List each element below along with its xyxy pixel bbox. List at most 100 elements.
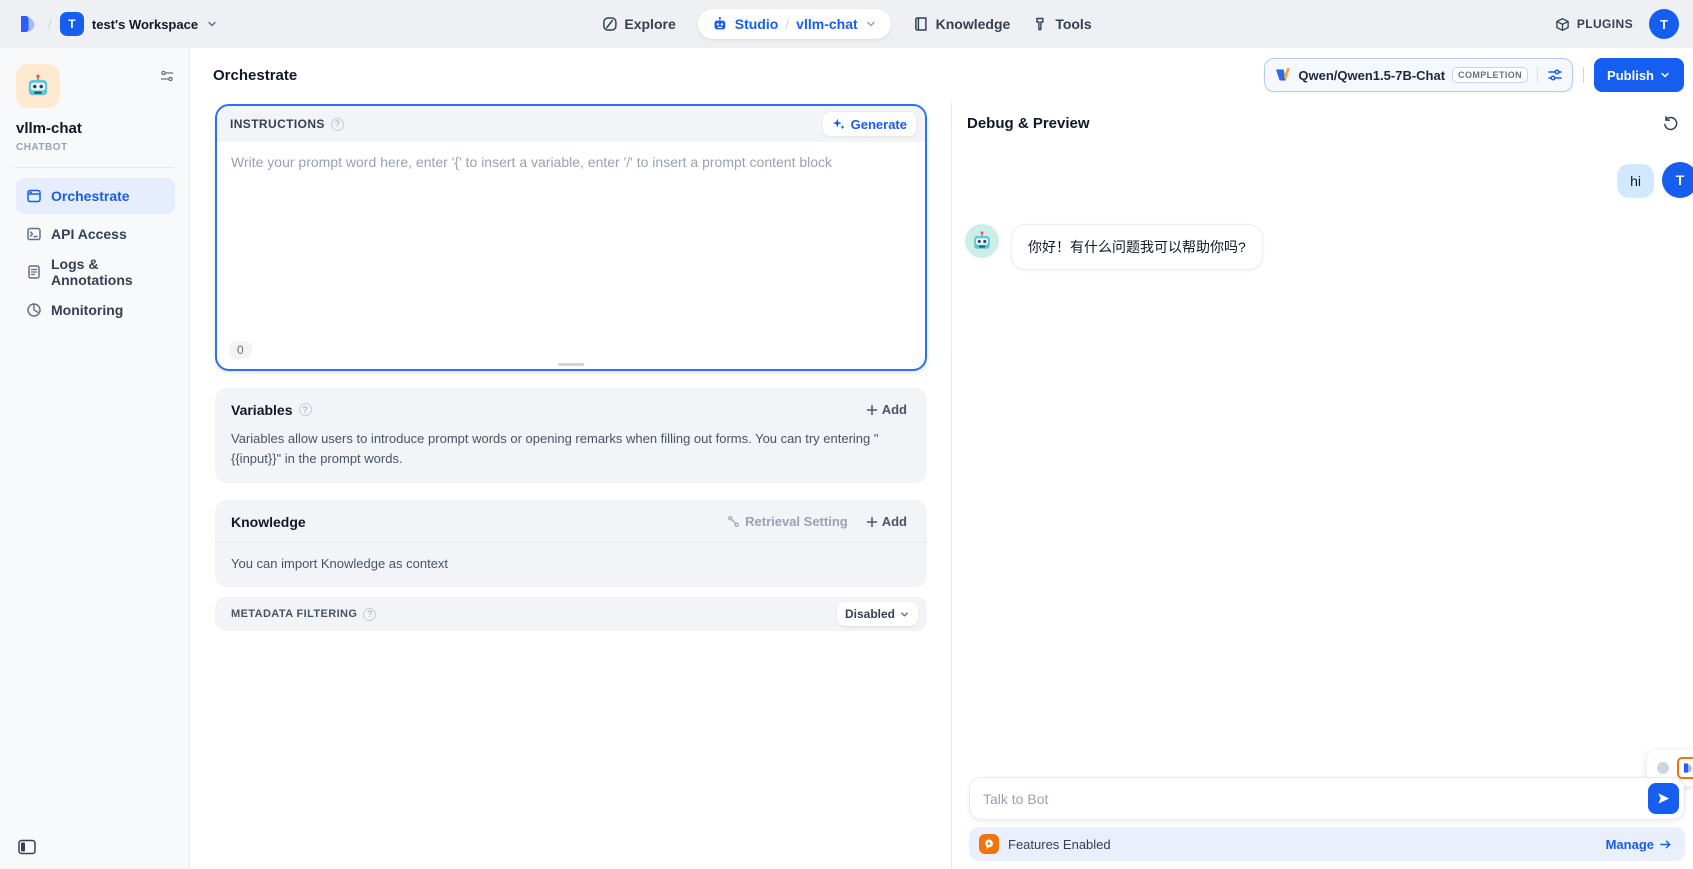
variables-panel: Variables ? Add Variables allow users to… — [215, 388, 927, 483]
plugins-label: PLUGINS — [1577, 17, 1633, 31]
book-icon — [913, 16, 929, 32]
plugins-button[interactable]: PLUGINS — [1555, 17, 1633, 32]
user-message-bubble: hi — [1617, 164, 1654, 198]
bot-avatar — [965, 224, 999, 258]
knowledge-description: You can import Knowledge as context — [215, 543, 927, 587]
nav-studio-separator: / — [785, 16, 789, 32]
chat-message-user: hi T — [965, 162, 1693, 198]
vllm-logo-icon — [1275, 67, 1291, 83]
chevron-down-icon[interactable] — [865, 18, 877, 30]
sidebar-item-api-access[interactable]: API Access — [16, 216, 175, 252]
workspace-switcher[interactable]: T test's Workspace — [60, 12, 218, 36]
prompt-input[interactable] — [217, 142, 925, 312]
content: INSTRUCTIONS ? Generate — [190, 102, 1693, 869]
sidebar-item-label: API Access — [51, 226, 127, 242]
chat-footer: Features Enabled Manage — [952, 777, 1693, 869]
document-icon — [26, 264, 42, 280]
terminal-icon — [26, 226, 42, 242]
instructions-body: 0 — [217, 142, 925, 369]
nav-tools-label: Tools — [1055, 16, 1091, 32]
sidebar-item-logs-annotations[interactable]: Logs & Annotations — [16, 254, 175, 290]
header-left: / T test's Workspace — [16, 12, 218, 36]
workspace-name: test's Workspace — [92, 17, 198, 32]
variables-title: Variables — [231, 402, 293, 418]
chat-input[interactable] — [969, 777, 1685, 820]
nav-explore-label: Explore — [624, 16, 675, 32]
app-settings-icon[interactable] — [159, 68, 175, 84]
retrieval-setting-label: Retrieval Setting — [745, 514, 848, 529]
chevron-down-icon — [1659, 69, 1671, 81]
sidebar-collapse-icon[interactable] — [18, 839, 36, 855]
window-icon — [26, 188, 42, 204]
add-knowledge-button[interactable]: Add — [862, 512, 911, 531]
debug-preview-panel: Debug & Preview hi T — [951, 102, 1693, 869]
app-name: vllm-chat — [16, 120, 175, 137]
publish-button[interactable]: Publish — [1594, 58, 1684, 92]
robot-emoji-icon — [25, 73, 51, 99]
sidebar-item-orchestrate[interactable]: Orchestrate — [16, 178, 175, 214]
nav-explore[interactable]: Explore — [601, 16, 675, 32]
add-knowledge-label: Add — [882, 514, 907, 529]
metadata-filtering-select[interactable]: Disabled — [837, 602, 918, 626]
user-avatar: T — [1662, 162, 1693, 198]
variables-header: Variables ? Add — [215, 388, 927, 419]
manage-label: Manage — [1606, 837, 1654, 852]
char-count: 0 — [229, 341, 252, 359]
sidebar-item-monitoring[interactable]: Monitoring — [16, 292, 175, 328]
dify-mini-logo-icon — [1677, 757, 1693, 779]
sidebar-item-label: Orchestrate — [51, 188, 130, 204]
reset-conversation-icon[interactable] — [1662, 115, 1679, 132]
sparkle-icon — [832, 117, 846, 131]
app-icon[interactable] — [16, 64, 60, 108]
toolbar-right: Qwen/Qwen1.5-7B-Chat COMPLETION Publish — [1264, 58, 1684, 92]
bot-message-bubble: 你好！有什么问题我可以帮助你吗? — [1011, 224, 1263, 270]
dify-logo[interactable] — [16, 12, 40, 36]
help-icon[interactable]: ? — [299, 403, 312, 416]
app-root: / T test's Workspace Explore Studio — [0, 0, 1693, 869]
nav-studio-app: vllm-chat — [796, 16, 857, 32]
resize-handle[interactable] — [558, 363, 584, 366]
knowledge-panel: Knowledge Retrieval Setting — [215, 500, 927, 587]
chat-message-bot: 你好！有什么问题我可以帮助你吗? — [965, 224, 1693, 270]
sliders-icon[interactable] — [1547, 67, 1563, 83]
nav-tools[interactable]: Tools — [1032, 16, 1091, 32]
body: vllm-chat CHATBOT Orchestrate API Access — [0, 48, 1693, 869]
add-variable-button[interactable]: Add — [862, 400, 911, 419]
help-icon[interactable]: ? — [331, 118, 344, 131]
features-icon — [979, 834, 999, 854]
package-icon — [1555, 17, 1570, 32]
manage-features-link[interactable]: Manage — [1606, 837, 1672, 852]
help-icon[interactable]: ? — [363, 608, 376, 621]
plus-icon — [866, 516, 878, 528]
variables-description: Variables allow users to introduce promp… — [215, 419, 927, 483]
sidebar-divider — [14, 167, 175, 168]
metadata-filtering-row: METADATA FILTERING ? Disabled — [215, 597, 927, 631]
chat-input-wrap — [969, 777, 1685, 820]
top-header: / T test's Workspace Explore Studio — [0, 0, 1693, 48]
instructions-header: INSTRUCTIONS ? Generate — [217, 106, 925, 142]
toolbar: Orchestrate Qwen/Qwen1.5-7B-Chat COMPLET… — [190, 48, 1693, 102]
send-button[interactable] — [1648, 783, 1679, 814]
account-avatar[interactable]: T — [1649, 9, 1679, 39]
header-nav: Explore Studio / vllm-chat Knowledge — [601, 0, 1091, 48]
robot-emoji-icon — [971, 230, 993, 252]
app-card — [16, 64, 175, 108]
sidebar-item-label: Monitoring — [51, 302, 123, 318]
features-bar: Features Enabled Manage — [969, 827, 1685, 861]
model-selector[interactable]: Qwen/Qwen1.5-7B-Chat COMPLETION — [1264, 58, 1573, 92]
send-icon — [1656, 791, 1671, 806]
preview-header: Debug & Preview — [952, 102, 1693, 136]
nav-studio[interactable]: Studio / vllm-chat — [698, 9, 891, 39]
features-label: Features Enabled — [1008, 837, 1111, 852]
hammer-icon — [1032, 16, 1048, 32]
nav-knowledge[interactable]: Knowledge — [913, 16, 1011, 32]
metadata-title: METADATA FILTERING — [231, 608, 357, 620]
orchestrate-panel: INSTRUCTIONS ? Generate — [190, 102, 951, 869]
workspace-avatar: T — [60, 12, 84, 36]
model-mode-badge: COMPLETION — [1452, 67, 1528, 83]
generate-button[interactable]: Generate — [822, 111, 917, 137]
sidebar-menu: Orchestrate API Access Logs & Annotation… — [16, 178, 175, 328]
preview-title: Debug & Preview — [967, 115, 1090, 132]
nav-studio-label: Studio — [735, 16, 779, 32]
retrieval-setting-button[interactable]: Retrieval Setting — [727, 514, 848, 529]
